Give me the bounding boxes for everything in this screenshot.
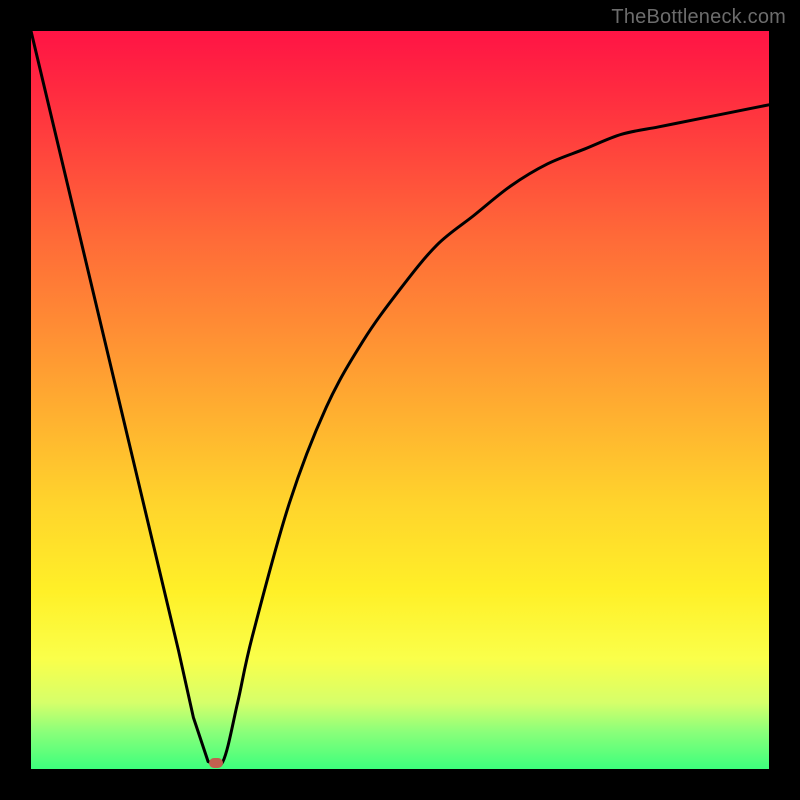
curve-path: [31, 31, 769, 766]
chart-frame: TheBottleneck.com: [0, 0, 800, 800]
optimum-marker: [209, 758, 223, 768]
watermark-text: TheBottleneck.com: [611, 6, 786, 29]
plot-area: [31, 31, 769, 769]
bottleneck-curve: [31, 31, 769, 769]
